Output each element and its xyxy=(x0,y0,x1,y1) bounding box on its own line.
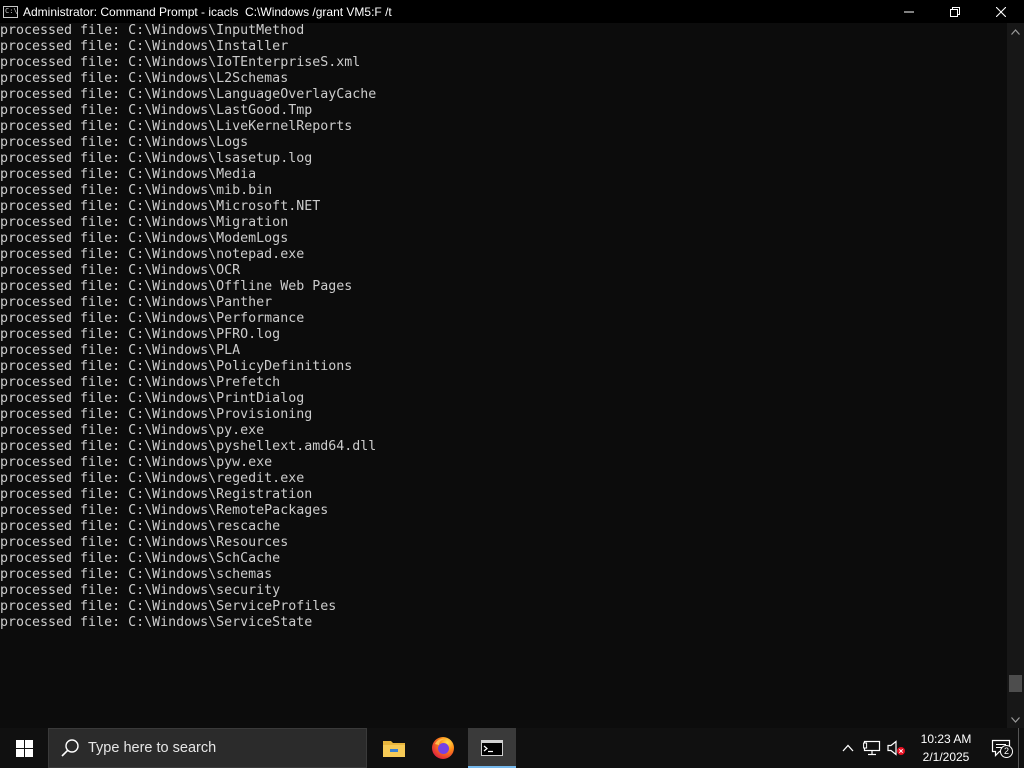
close-icon xyxy=(996,6,1006,17)
network-icon xyxy=(863,740,881,756)
vertical-scrollbar[interactable] xyxy=(1007,23,1024,728)
maximize-button[interactable] xyxy=(932,0,978,23)
console-line: processed file: C:\Windows\Microsoft.NET xyxy=(0,199,321,214)
console-line: processed file: C:\Windows\notepad.exe xyxy=(0,247,305,262)
firefox-icon xyxy=(432,737,454,759)
console-line: processed file: C:\Windows\ModemLogs xyxy=(0,231,289,246)
console-line: processed file: C:\Windows\Installer xyxy=(0,39,289,54)
folder-icon xyxy=(383,741,405,757)
clock-date: 2/1/2025 xyxy=(922,750,970,764)
console-line: processed file: C:\Windows\regedit.exe xyxy=(0,471,305,486)
taskbar: Type here to search 10:23 AM 2/1/2025 2 xyxy=(0,728,1024,768)
cmd-app-icon-glyph: C:\ xyxy=(5,6,18,15)
console-line: processed file: C:\Windows\Prefetch xyxy=(0,375,281,390)
console-line: processed file: C:\Windows\lsasetup.log xyxy=(0,151,313,166)
console-line: processed file: C:\Windows\pyw.exe xyxy=(0,455,273,470)
chevron-up-icon xyxy=(842,744,854,752)
taskbar-search-box[interactable]: Type here to search xyxy=(48,728,367,768)
system-tray: 10:23 AM 2/1/2025 2 xyxy=(836,728,1024,768)
volume-button[interactable] xyxy=(884,728,908,768)
scroll-up-button[interactable] xyxy=(1007,23,1024,40)
taskbar-command-prompt[interactable] xyxy=(468,728,516,768)
network-button[interactable] xyxy=(860,728,884,768)
console-line: processed file: C:\Windows\security xyxy=(0,583,281,598)
console-line: processed file: C:\Windows\pyshellext.am… xyxy=(0,439,377,454)
console-line: processed file: C:\Windows\ServiceProfil… xyxy=(0,599,337,614)
console-line: processed file: C:\Windows\LastGood.Tmp xyxy=(0,103,313,118)
console-line: processed file: C:\Windows\OCR xyxy=(0,263,241,278)
notification-count-badge: 2 xyxy=(1000,745,1013,758)
window-title: Administrator: Command Prompt - icacls C… xyxy=(23,4,392,19)
window-controls xyxy=(886,0,1024,23)
taskbar-firefox[interactable] xyxy=(419,728,467,768)
console-line: processed file: C:\Windows\Registration xyxy=(0,487,313,502)
console-line: processed file: C:\Windows\Offline Web P… xyxy=(0,279,353,294)
chevron-down-icon xyxy=(1011,716,1020,723)
console-line: processed file: C:\Windows\mib.bin xyxy=(0,183,273,198)
console-line: processed file: C:\Windows\SchCache xyxy=(0,551,281,566)
scroll-thumb[interactable] xyxy=(1009,675,1022,692)
console-line: processed file: C:\Windows\Media xyxy=(0,167,257,182)
close-button[interactable] xyxy=(978,0,1024,23)
windows-logo-icon xyxy=(15,739,33,757)
minimize-button[interactable] xyxy=(886,0,932,23)
console-line: processed file: C:\Windows\IoTEnterprise… xyxy=(0,55,361,70)
action-center-button[interactable]: 2 xyxy=(984,728,1018,768)
chevron-up-icon xyxy=(1011,28,1020,35)
console-line: processed file: C:\Windows\Resources xyxy=(0,535,289,550)
console-line: processed file: C:\Windows\PLA xyxy=(0,343,241,358)
console-line: processed file: C:\Windows\L2Schemas xyxy=(0,71,289,86)
minimize-icon xyxy=(904,11,914,12)
taskbar-file-explorer[interactable] xyxy=(370,728,418,768)
volume-muted-icon xyxy=(887,740,905,756)
console-line: processed file: C:\Windows\Performance xyxy=(0,311,305,326)
console-line: processed file: C:\Windows\RemotePackage… xyxy=(0,503,329,518)
title-bar[interactable]: C:\ Administrator: Command Prompt - icac… xyxy=(0,0,1024,23)
restore-icon xyxy=(950,6,960,17)
taskbar-apps xyxy=(369,728,516,768)
console-line: processed file: C:\Windows\InputMethod xyxy=(0,23,305,38)
console-line: processed file: C:\Windows\ServiceState xyxy=(0,615,313,630)
console-line: processed file: C:\Windows\LiveKernelRep… xyxy=(0,119,353,134)
console-line: processed file: C:\Windows\Logs xyxy=(0,135,249,150)
console-line: processed file: C:\Windows\Panther xyxy=(0,295,273,310)
console-line: processed file: C:\Windows\py.exe xyxy=(0,423,265,438)
console-line: processed file: C:\Windows\Migration xyxy=(0,215,289,230)
console-line: processed file: C:\Windows\LanguageOverl… xyxy=(0,87,377,102)
scroll-down-button[interactable] xyxy=(1007,711,1024,728)
console-line: processed file: C:\Windows\Provisioning xyxy=(0,407,313,422)
show-hidden-icons-button[interactable] xyxy=(836,728,860,768)
console-line: processed file: C:\Windows\PFRO.log xyxy=(0,327,281,342)
console-line: processed file: C:\Windows\PrintDialog xyxy=(0,391,305,406)
start-button[interactable] xyxy=(0,728,48,768)
console-line: processed file: C:\Windows\rescache xyxy=(0,519,281,534)
taskbar-clock[interactable]: 10:23 AM 2/1/2025 xyxy=(908,728,984,768)
cmd-app-icon[interactable]: C:\ xyxy=(3,5,18,18)
console-lines: processed file: C:\Windows\InputMethod pr… xyxy=(0,23,1007,631)
console-output[interactable]: processed file: C:\Windows\InputMethod pr… xyxy=(0,23,1007,728)
search-icon xyxy=(60,738,80,758)
cmd-icon xyxy=(481,740,503,756)
search-placeholder: Type here to search xyxy=(88,740,217,756)
show-desktop-button[interactable] xyxy=(1018,728,1024,768)
console-line: processed file: C:\Windows\schemas xyxy=(0,567,273,582)
clock-time: 10:23 AM xyxy=(920,732,972,746)
console-line: processed file: C:\Windows\PolicyDefinit… xyxy=(0,359,353,374)
